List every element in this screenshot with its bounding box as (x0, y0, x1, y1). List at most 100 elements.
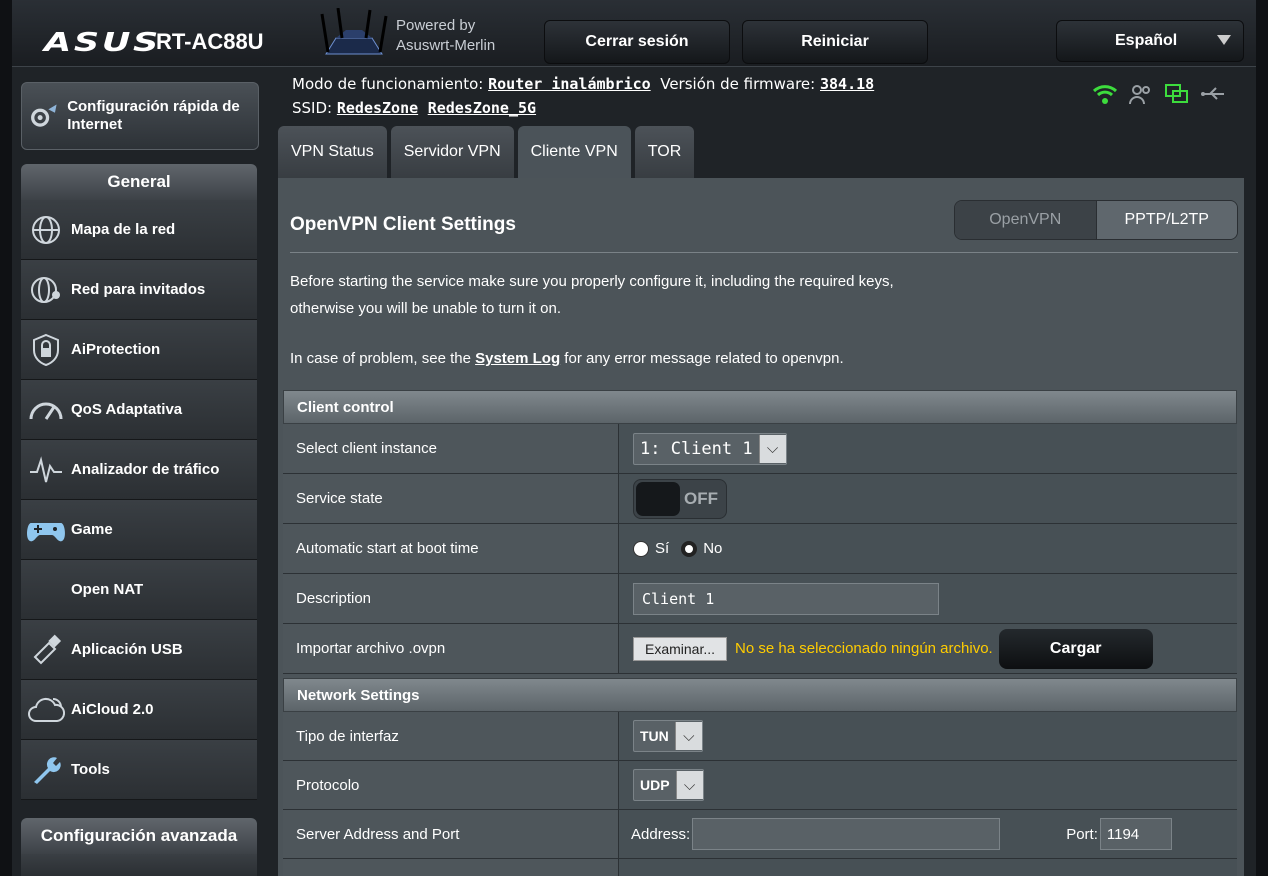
service-state-value: OFF (684, 488, 718, 508)
sidebar-item-partial[interactable] (21, 854, 257, 876)
description-line-1: Before starting the service make sure yo… (290, 273, 894, 290)
sidebar-menu: Mapa de la red Red para invitados AiProt… (21, 200, 257, 800)
router-model: RT-AC88U (156, 29, 264, 54)
description-value: Client 1 (642, 589, 715, 608)
sidebar-item-label: AiProtection (71, 340, 161, 358)
shield-lock-icon (33, 333, 59, 366)
service-state-label: Service state (283, 474, 619, 523)
powered-by: Powered by Asuswrt-Merlin (396, 16, 495, 56)
protocol-value: UDP (640, 777, 670, 793)
sidebar-item-label: Aplicación USB (71, 640, 183, 658)
tab-vpn-client[interactable]: Cliente VPN (517, 126, 631, 178)
language-select[interactable]: Español (1056, 20, 1244, 62)
lan-monitor-icon[interactable] (1164, 82, 1190, 106)
mode-label: Modo de funcionamiento: (292, 75, 484, 93)
chevron-down-icon: ⌵ (675, 771, 703, 799)
status-icons (1092, 82, 1226, 106)
description-line-2: otherwise you will be unable to turn it … (290, 300, 561, 317)
quick-setup-label: Configuración rápida de Internet (67, 98, 240, 133)
asus-logo: ASUS (44, 28, 162, 58)
description-label: Description (283, 574, 619, 623)
server-address-label: Server Address and Port (283, 810, 619, 858)
instance-label: Select client instance (283, 424, 619, 473)
sidebar-item-label: Open NAT (71, 580, 144, 598)
server-address-input[interactable] (692, 818, 1001, 850)
upload-button[interactable]: Cargar (998, 628, 1153, 669)
gamepad-icon (27, 522, 65, 541)
usb-icon[interactable] (1200, 82, 1226, 106)
table-row: Service state OFF (283, 474, 1237, 524)
sidebar-item-game[interactable]: Game (21, 500, 257, 560)
quick-internet-setup[interactable]: Configuración rápida de Internet (21, 82, 259, 150)
wrench-icon (34, 756, 61, 784)
tab-vpn-server[interactable]: Servidor VPN (390, 126, 514, 178)
cloud-icon (28, 697, 65, 722)
speedometer-icon (29, 402, 63, 420)
network-settings-table: Network Settings Tipo de interfaz TUN ⌵ … (283, 678, 1237, 876)
table-row: Tipo de interfaz TUN ⌵ (283, 712, 1237, 761)
mode-link[interactable]: Router inalámbrico (488, 75, 651, 93)
server-port-input[interactable]: 1194 (1099, 818, 1172, 850)
network-map-icon (32, 215, 60, 244)
radio-dot (633, 540, 649, 557)
traffic-analyzer-icon (30, 455, 62, 482)
interface-type-select[interactable]: TUN ⌵ (633, 720, 703, 752)
page-title: OpenVPN Client Settings (290, 214, 516, 235)
sidebar-item-tools[interactable]: Tools (21, 740, 257, 800)
description-input[interactable]: Client 1 (633, 582, 939, 615)
sidebar-item-open-nat[interactable]: Open NAT (21, 560, 257, 620)
sidebar-item-usb-application[interactable]: Aplicación USB (21, 620, 257, 680)
sidebar-item-aicloud[interactable]: AiCloud 2.0 (21, 680, 257, 740)
table-row: Description Client 1 (283, 574, 1237, 624)
sidebar-item-label: Game (71, 520, 113, 538)
top-header: ASUS RT-AC88U Powered by Asuswrt-Merlin … (12, 0, 1256, 67)
client-instance-value: 1: Client 1 (640, 438, 753, 459)
pptp-l2tp-option[interactable]: PPTP/L2TP (1095, 201, 1237, 239)
advanced-settings-heading: Configuración avanzada (21, 818, 257, 854)
clients-icon[interactable] (1128, 82, 1154, 106)
sidebar-item-label: QoS Adaptativa (71, 400, 183, 418)
ssid-5g-link[interactable]: RedesZone_5G (428, 99, 536, 117)
system-log-link[interactable]: System Log (475, 350, 560, 367)
toggle-knob (636, 481, 680, 516)
quick-setup-gear-icon (31, 104, 57, 127)
chevron-down-icon: ⌵ (674, 722, 702, 750)
sidebar-item-guest-network[interactable]: Red para invitados (21, 260, 257, 320)
sidebar-item-network-map[interactable]: Mapa de la red (21, 200, 257, 260)
wifi-icon[interactable] (1092, 82, 1118, 106)
firmware-label: Versión de firmware: (660, 75, 816, 93)
guest-network-icon (31, 276, 60, 303)
autostart-no-radio[interactable]: No (681, 540, 722, 557)
browse-file-button[interactable]: Examinar... (633, 636, 728, 661)
protocol-label: Protocolo (283, 761, 619, 809)
logout-button[interactable]: Cerrar sesión (544, 20, 730, 64)
openvpn-option[interactable]: OpenVPN (955, 201, 1096, 239)
sidebar-item-label: Mapa de la red (71, 220, 176, 238)
firmware-brand: Asuswrt-Merlin (396, 37, 496, 54)
service-state-toggle[interactable]: OFF (633, 478, 727, 519)
status-info: Modo de funcionamiento: Router inalámbri… (292, 72, 874, 120)
partial-row-value (619, 859, 1237, 876)
tab-vpn-status[interactable]: VPN Status (278, 126, 387, 178)
ssid-2g-link[interactable]: RedesZone (337, 99, 418, 117)
sidebar-item-adaptive-qos[interactable]: QoS Adaptativa (21, 380, 257, 440)
autostart-label: Automatic start at boot time (283, 524, 619, 573)
tab-tor[interactable]: TOR (634, 126, 695, 178)
table-row (283, 859, 1237, 876)
reboot-button[interactable]: Reiniciar (742, 20, 928, 64)
protocol-select[interactable]: UDP ⌵ (633, 769, 704, 801)
sidebar-item-label: AiCloud 2.0 (71, 700, 154, 718)
network-settings-heading: Network Settings (283, 678, 1237, 712)
problem-note: In case of problem, see the System Log f… (290, 350, 844, 367)
radio-no-label: No (703, 540, 723, 557)
vpn-type-switch: OpenVPN PPTP/L2TP (954, 200, 1238, 240)
client-instance-select[interactable]: 1: Client 1 ⌵ (633, 432, 787, 465)
sidebar-item-traffic-analyzer[interactable]: Analizador de tráfico (21, 440, 257, 500)
client-control-table: Client control Select client instance 1:… (283, 390, 1237, 674)
firmware-link[interactable]: 384.18 (820, 75, 874, 93)
language-value: Español (1115, 32, 1178, 49)
interface-type-value: TUN (640, 728, 669, 744)
sidebar-item-aiprotection[interactable]: AiProtection (21, 320, 257, 380)
partial-row-label (283, 859, 619, 876)
autostart-yes-radio[interactable]: Sí (633, 540, 669, 557)
